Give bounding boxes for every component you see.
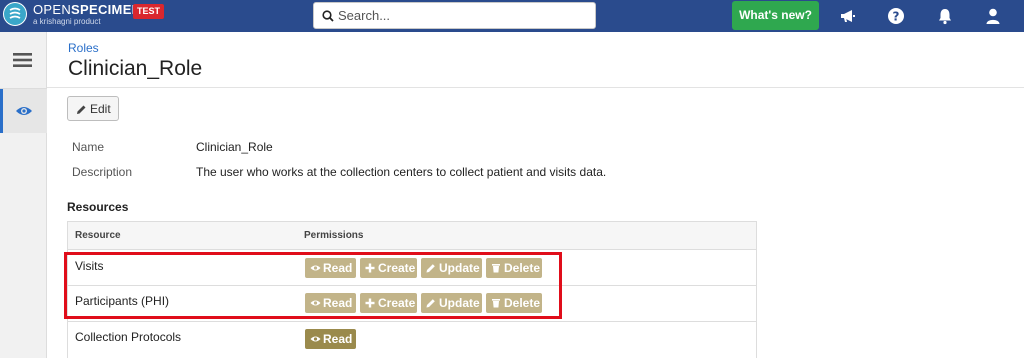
resources-title: Resources [67, 200, 129, 214]
eye-icon [310, 336, 321, 342]
resource-name: Collection Protocols [75, 330, 182, 344]
description-value: The user who works at the collection cen… [196, 165, 607, 179]
page-title: Clinician_Role [68, 57, 203, 80]
name-label: Name [72, 140, 105, 154]
search-input[interactable] [338, 3, 588, 28]
sidebar-item-overview[interactable] [0, 89, 47, 133]
user-icon[interactable] [984, 7, 1002, 25]
name-value: Clinician_Role [196, 140, 273, 154]
eye-icon [16, 107, 32, 115]
top-navbar: OPENSPECIMEN a krishagni product TEST Wh… [0, 0, 1024, 32]
global-search[interactable] [313, 2, 596, 29]
highlight-box [64, 252, 562, 319]
brand[interactable]: OPENSPECIMEN a krishagni product [33, 3, 141, 27]
header-divider [47, 87, 1024, 88]
breadcrumb-roles[interactable]: Roles [68, 41, 99, 55]
openspecimen-logo-icon[interactable] [3, 2, 27, 26]
help-icon[interactable]: ? [887, 7, 905, 25]
brand-name: OPENSPECIMEN [33, 2, 142, 17]
menu-icon[interactable] [13, 52, 33, 68]
environment-badge: TEST [133, 4, 165, 19]
search-icon [322, 10, 334, 22]
edit-button[interactable]: Edit [67, 96, 119, 121]
edit-button-label: Edit [90, 102, 111, 116]
permission-read: Read [305, 329, 356, 349]
megaphone-icon[interactable] [839, 7, 857, 25]
brand-tagline: a krishagni product [33, 17, 101, 26]
table-row: Collection Protocols Read [68, 322, 756, 358]
description-label: Description [72, 165, 133, 179]
column-header-resource: Resource [75, 230, 121, 241]
column-header-permissions: Permissions [304, 230, 364, 241]
pencil-icon [77, 105, 86, 114]
bell-icon[interactable] [936, 7, 954, 25]
whats-new-button[interactable]: What's new? [732, 1, 819, 30]
svg-text:?: ? [893, 10, 900, 24]
table-header: Resource Permissions [68, 222, 756, 250]
left-sidebar [0, 32, 47, 358]
